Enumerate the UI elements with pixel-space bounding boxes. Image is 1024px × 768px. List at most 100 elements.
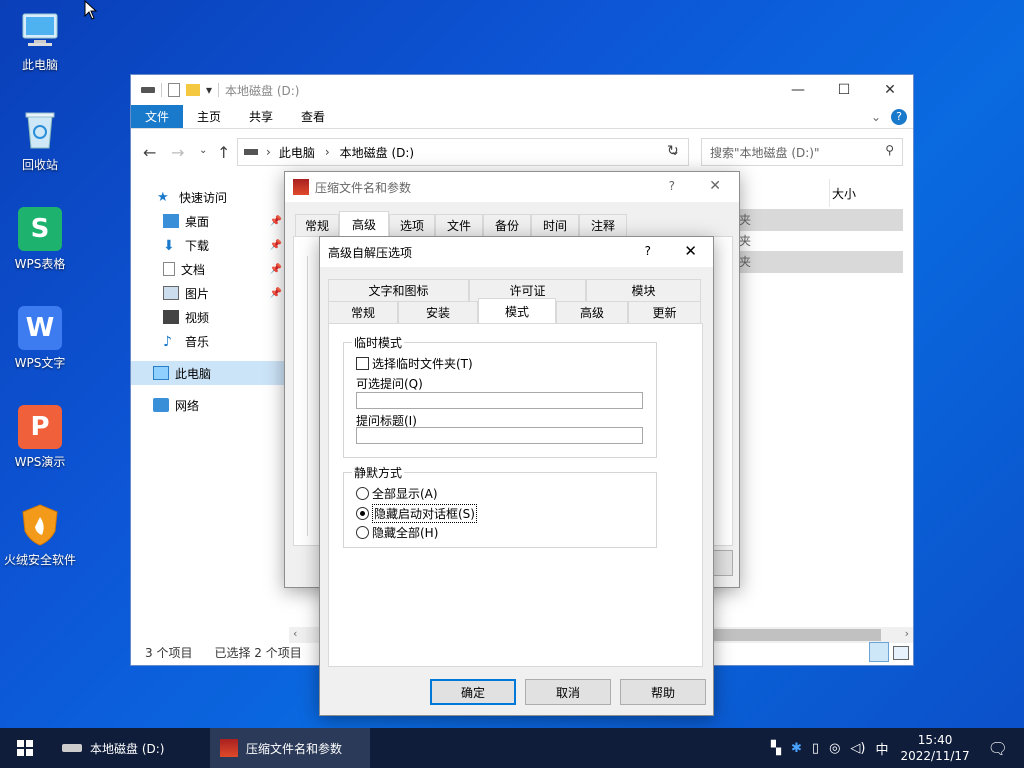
tab-text-and-icon[interactable]: 文字和图标 bbox=[328, 279, 469, 301]
music-icon: ♪ bbox=[163, 334, 172, 350]
tab-options[interactable]: 选项 bbox=[389, 214, 435, 236]
radio-dot-selected bbox=[356, 507, 369, 520]
pin-icon: 📌 bbox=[269, 287, 282, 299]
tab-files[interactable]: 文件 bbox=[435, 214, 483, 236]
windows-logo-icon bbox=[17, 740, 33, 756]
drive-icon bbox=[62, 744, 82, 752]
new-folder-icon[interactable] bbox=[186, 84, 200, 96]
tab-advanced[interactable]: 高级 bbox=[556, 301, 628, 323]
tab-backup[interactable]: 备份 bbox=[483, 214, 531, 236]
huorong-tray-icon[interactable]: ▚ bbox=[771, 741, 781, 756]
checkbox-box bbox=[356, 357, 369, 370]
recent-locations-icon[interactable]: ⌄ bbox=[199, 145, 207, 156]
maximize-button[interactable]: ☐ bbox=[821, 75, 867, 105]
archive-dialog-help-button[interactable]: ? bbox=[669, 179, 675, 193]
nav-downloads[interactable]: ⬇ 下载 📌 bbox=[131, 233, 286, 257]
tab-modules[interactable]: 模块 bbox=[586, 279, 701, 301]
tab-mode[interactable]: 模式 bbox=[478, 298, 556, 323]
nav-music[interactable]: ♪ 音乐 bbox=[131, 329, 286, 353]
bluetooth-icon[interactable]: ✱ bbox=[791, 741, 802, 756]
notification-icon[interactable]: 🗨 bbox=[988, 739, 1008, 758]
properties-icon[interactable] bbox=[168, 83, 180, 97]
breadcrumb-this-pc[interactable]: 此电脑 bbox=[279, 144, 315, 161]
list-item[interactable]: 夹 bbox=[735, 209, 903, 231]
clock-date: 2022/11/17 bbox=[900, 749, 970, 763]
nav-pictures[interactable]: 图片 📌 bbox=[131, 281, 286, 305]
tab-home[interactable]: 主页 bbox=[183, 105, 235, 128]
wps-writer-icon: W bbox=[18, 306, 62, 350]
close-button[interactable]: ✕ bbox=[867, 75, 913, 105]
optional-prompt-label: 可选提问(Q) bbox=[356, 377, 423, 391]
list-item[interactable]: 夹 bbox=[735, 251, 903, 273]
nav-documents[interactable]: 文档 📌 bbox=[131, 257, 286, 281]
archive-dialog-title: 压缩文件名和参数 bbox=[315, 180, 412, 195]
navigation-pane: ★ 快速访问 桌面 📌 ⬇ 下载 📌 文档 📌 图片 📌 视频 ♪ 音乐 此电脑… bbox=[131, 185, 286, 640]
ribbon-collapse-icon[interactable]: ⌄ bbox=[867, 105, 885, 128]
minimize-button[interactable]: — bbox=[775, 75, 821, 105]
pin-icon: 📌 bbox=[269, 239, 282, 251]
tab-share[interactable]: 共享 bbox=[235, 105, 287, 128]
optional-prompt-input[interactable] bbox=[356, 392, 643, 409]
radio-hide-all[interactable]: 隐藏全部(H) bbox=[356, 524, 438, 541]
radio-show-all[interactable]: 全部显示(A) bbox=[356, 485, 438, 502]
nav-quick-access[interactable]: ★ 快速访问 bbox=[131, 185, 286, 209]
ime-indicator[interactable]: 中 bbox=[876, 739, 889, 758]
nav-desktop[interactable]: 桌面 📌 bbox=[131, 209, 286, 233]
search-input[interactable]: 搜索"本地磁盘 (D:)" ⚲ bbox=[701, 138, 903, 166]
tab-time[interactable]: 时间 bbox=[531, 214, 579, 236]
cancel-button[interactable]: 取消 bbox=[525, 679, 611, 705]
taskbar-item-winrar[interactable]: 压缩文件名和参数 bbox=[210, 728, 370, 768]
nav-network[interactable]: 网络 bbox=[131, 393, 286, 417]
sfx-dialog-close-button[interactable]: ✕ bbox=[684, 242, 697, 260]
forward-icon[interactable]: → bbox=[171, 143, 184, 162]
archive-dialog-close-button[interactable]: ✕ bbox=[709, 178, 721, 194]
desktop-icon-recycle-bin[interactable]: 回收站 bbox=[0, 108, 80, 173]
ok-button[interactable]: 确定 bbox=[430, 679, 516, 705]
desktop-icon-wps-writer[interactable]: W WPS文字 bbox=[0, 306, 80, 371]
sfx-dialog-help-button[interactable]: ? bbox=[645, 244, 651, 258]
tab-general[interactable]: 常规 bbox=[328, 301, 398, 323]
temp-mode-group: 临时模式 选择临时文件夹(T) 可选提问(Q) 提问标题(I) bbox=[343, 334, 657, 458]
tab-comment[interactable]: 注释 bbox=[579, 214, 627, 236]
desktop-icon-wps-presentation[interactable]: P WPS演示 bbox=[0, 405, 80, 470]
tab-advanced[interactable]: 高级 bbox=[339, 211, 389, 236]
desktop-icon-huorong[interactable]: 火绒安全软件 bbox=[0, 503, 80, 568]
tab-setup[interactable]: 安装 bbox=[398, 301, 478, 323]
taskbar-item-explorer[interactable]: 本地磁盘 (D:) bbox=[50, 728, 210, 768]
pin-icon: 📌 bbox=[269, 263, 282, 275]
refresh-icon[interactable]: ↻ bbox=[667, 143, 679, 159]
sfx-mode-panel: 临时模式 选择临时文件夹(T) 可选提问(Q) 提问标题(I) 静默方式 全部显… bbox=[328, 323, 703, 667]
nav-videos[interactable]: 视频 bbox=[131, 305, 286, 329]
network-icon[interactable]: ◎ bbox=[829, 741, 840, 756]
select-temp-folder-checkbox[interactable]: 选择临时文件夹(T) bbox=[356, 355, 473, 372]
ribbon-tabs: 文件 主页 共享 查看 ⌄ ? bbox=[131, 105, 913, 129]
desktop-icon-wps-sheets[interactable]: S WPS表格 bbox=[0, 207, 80, 272]
selected-count: 已选择 2 个项目 bbox=[214, 645, 302, 660]
temp-mode-title: 临时模式 bbox=[352, 334, 405, 351]
back-icon[interactable]: ← bbox=[143, 143, 156, 162]
up-icon[interactable]: ↑ bbox=[217, 143, 230, 162]
help-button[interactable]: 帮助 bbox=[620, 679, 706, 705]
details-view-icon[interactable] bbox=[869, 642, 889, 662]
list-item[interactable]: 夹 bbox=[735, 231, 903, 251]
address-bar[interactable]: › 此电脑 › 本地磁盘 (D:) ⌄ bbox=[237, 138, 689, 166]
column-size[interactable]: 大小 bbox=[829, 179, 909, 207]
radio-hide-start-dialog[interactable]: 隐藏启动对话框(S) bbox=[356, 504, 477, 523]
tab-general[interactable]: 常规 bbox=[295, 214, 339, 236]
usb-icon[interactable]: ▯ bbox=[812, 741, 819, 756]
volume-icon[interactable]: ◁) bbox=[850, 741, 865, 756]
prompt-title-input[interactable] bbox=[356, 427, 643, 444]
customize-qat-icon[interactable]: ▾ bbox=[206, 83, 212, 97]
start-button[interactable] bbox=[0, 728, 50, 768]
clock[interactable]: 15:40 2022/11/17 bbox=[901, 732, 970, 764]
archive-dialog-titlebar: 压缩文件名和参数 ? ✕ bbox=[285, 172, 739, 202]
archive-dialog-tabs: 常规 高级 选项 文件 备份 时间 注释 bbox=[295, 211, 627, 236]
nav-this-pc[interactable]: 此电脑 bbox=[131, 361, 286, 385]
desktop-icon-this-pc[interactable]: 此电脑 bbox=[0, 8, 80, 73]
tab-update[interactable]: 更新 bbox=[628, 301, 701, 323]
tab-file[interactable]: 文件 bbox=[131, 105, 184, 128]
help-icon[interactable]: ? bbox=[885, 105, 913, 128]
breadcrumb-drive[interactable]: 本地磁盘 (D:) bbox=[340, 144, 414, 161]
tab-view[interactable]: 查看 bbox=[287, 105, 339, 128]
large-icons-view-icon[interactable] bbox=[893, 646, 909, 660]
